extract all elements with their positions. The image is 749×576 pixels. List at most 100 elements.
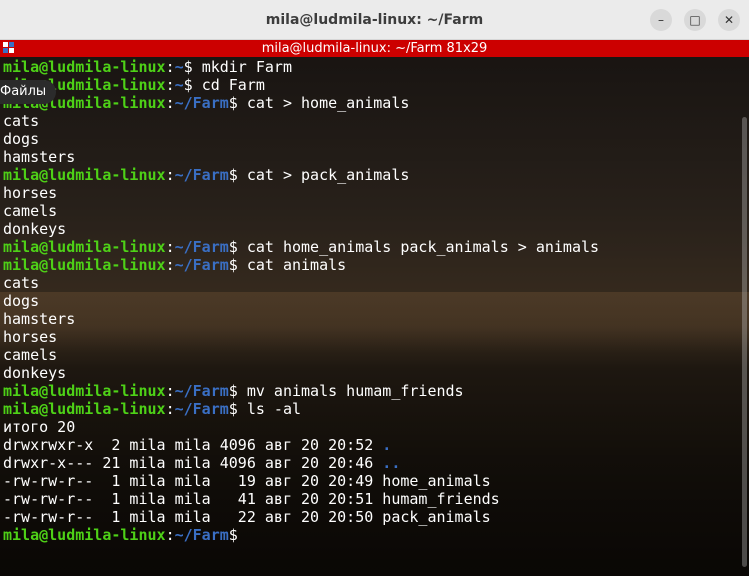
output-line: camels: [3, 346, 599, 364]
output-line: donkeys: [3, 220, 599, 238]
status-bar-title: mila@ludmila-linux: ~/Farm 81x29: [261, 41, 488, 56]
prompt-colon: :: [165, 256, 175, 274]
command-text: cat > home_animals: [246, 94, 410, 112]
output-text: donkeys: [3, 364, 67, 382]
close-button[interactable]: ✕: [718, 9, 740, 31]
prompt-symbol: $: [183, 76, 202, 94]
files-tooltip: Файлы: [0, 80, 57, 104]
command-text: mkdir Farm: [201, 58, 292, 76]
prompt-colon: :: [165, 238, 175, 256]
prompt-line: mila@ludmila-linux:~/Farm$: [3, 526, 599, 544]
directory-name: .: [382, 436, 392, 454]
scrollbar[interactable]: [742, 117, 747, 567]
prompt-user-host: mila@ludmila-linux: [3, 526, 166, 544]
prompt-symbol: $: [228, 238, 247, 256]
command-text: ls -al: [246, 400, 302, 418]
command-text: cat > pack_animals: [246, 166, 410, 184]
window-title: mila@ludmila-linux: ~/Farm: [265, 12, 484, 28]
prompt-path: ~/Farm: [174, 166, 229, 184]
prompt-symbol: $: [228, 382, 247, 400]
prompt-path: ~/Farm: [174, 526, 229, 544]
directory-name: ..: [382, 454, 401, 472]
prompt-path: ~/Farm: [174, 94, 229, 112]
prompt-symbol: $: [228, 94, 247, 112]
output-text: drwxr-x--- 21 mila mila 4096 авг 20 20:4…: [3, 454, 383, 472]
output-text: hamsters: [3, 148, 76, 166]
prompt-line: mila@ludmila-linux:~/Farm$ cat animals: [3, 256, 599, 274]
prompt-path: ~: [174, 76, 184, 94]
output-line: horses: [3, 184, 599, 202]
terminal-lines: mila@ludmila-linux:~$ mkdir Farm mila@lud…: [3, 58, 599, 544]
output-text: camels: [3, 202, 58, 220]
output-line: dogs: [3, 130, 599, 148]
minimize-button[interactable]: –: [650, 9, 672, 31]
prompt-line: mila@ludmila-linux:~/Farm$ cat > home_an…: [3, 94, 599, 112]
prompt-symbol: $: [228, 256, 247, 274]
terminal-window: mila@ludmila-linux: ~/Farm – □ ✕ mila@lu…: [0, 0, 749, 576]
terminal-output[interactable]: mila@ludmila-linux:~$ mkdir Farm mila@lud…: [0, 57, 749, 576]
output-text: -rw-rw-r-- 1 mila mila 22 авг 20 20:50 p…: [3, 508, 491, 526]
output-line: drwxr-x--- 21 mila mila 4096 авг 20 20:4…: [3, 454, 599, 472]
prompt-colon: :: [165, 400, 175, 418]
title-bar[interactable]: mila@ludmila-linux: ~/Farm – □ ✕: [0, 0, 749, 40]
output-text: drwxrwxr-x 2 mila mila 4096 авг 20 20:52: [3, 436, 383, 454]
output-line: horses: [3, 328, 599, 346]
output-line: dogs: [3, 292, 599, 310]
command-text: cat home_animals pack_animals > animals: [246, 238, 600, 256]
prompt-line: mila@ludmila-linux:~$ cd Farm: [3, 76, 599, 94]
output-line: hamsters: [3, 148, 599, 166]
prompt-colon: :: [165, 526, 175, 544]
prompt-line: mila@ludmila-linux:~/Farm$ cat home_anim…: [3, 238, 599, 256]
output-line: drwxrwxr-x 2 mila mila 4096 авг 20 20:52…: [3, 436, 599, 454]
output-text: cats: [3, 112, 40, 130]
prompt-user-host: mila@ludmila-linux: [3, 166, 166, 184]
output-text: donkeys: [3, 220, 67, 238]
prompt-symbol: $: [228, 166, 247, 184]
output-text: horses: [3, 328, 58, 346]
output-line: -rw-rw-r-- 1 mila mila 41 авг 20 20:51 h…: [3, 490, 599, 508]
output-line: -rw-rw-r-- 1 mila mila 19 авг 20 20:49 h…: [3, 472, 599, 490]
prompt-line: mila@ludmila-linux:~/Farm$ ls -al: [3, 400, 599, 418]
prompt-user-host: mila@ludmila-linux: [3, 238, 166, 256]
prompt-user-host: mila@ludmila-linux: [3, 382, 166, 400]
prompt-colon: :: [165, 382, 175, 400]
prompt-colon: :: [165, 76, 175, 94]
prompt-colon: :: [165, 94, 175, 112]
prompt-path: ~/Farm: [174, 238, 229, 256]
prompt-line: mila@ludmila-linux:~$ mkdir Farm: [3, 58, 599, 76]
output-text: -rw-rw-r-- 1 mila mila 41 авг 20 20:51 h…: [3, 490, 500, 508]
output-text: -rw-rw-r-- 1 mila mila 19 авг 20 20:49 h…: [3, 472, 491, 490]
prompt-symbol: $: [228, 526, 247, 544]
prompt-colon: :: [165, 166, 175, 184]
output-line: итого 20: [3, 418, 599, 436]
output-line: cats: [3, 112, 599, 130]
output-line: donkeys: [3, 364, 599, 382]
prompt-path: ~/Farm: [174, 382, 229, 400]
prompt-user-host: mila@ludmila-linux: [3, 58, 166, 76]
prompt-path: ~/Farm: [174, 256, 229, 274]
output-line: cats: [3, 274, 599, 292]
output-text: hamsters: [3, 310, 76, 328]
prompt-colon: :: [165, 58, 175, 76]
output-line: camels: [3, 202, 599, 220]
command-text: cat animals: [246, 256, 347, 274]
output-text: camels: [3, 346, 58, 364]
prompt-user-host: mila@ludmila-linux: [3, 400, 166, 418]
output-text: dogs: [3, 130, 40, 148]
prompt-path: ~/Farm: [174, 400, 229, 418]
output-text: horses: [3, 184, 58, 202]
output-line: -rw-rw-r-- 1 mila mila 22 авг 20 20:50 p…: [3, 508, 599, 526]
prompt-line: mila@ludmila-linux:~/Farm$ mv animals hu…: [3, 382, 599, 400]
maximize-button[interactable]: □: [684, 9, 706, 31]
prompt-path: ~: [174, 58, 184, 76]
output-text: dogs: [3, 292, 40, 310]
prompt-line: mila@ludmila-linux:~/Farm$ cat > pack_an…: [3, 166, 599, 184]
command-text: mv animals humam_friends: [246, 382, 464, 400]
prompt-symbol: $: [228, 400, 247, 418]
output-text: cats: [3, 274, 40, 292]
prompt-symbol: $: [183, 58, 202, 76]
output-line: hamsters: [3, 310, 599, 328]
output-text: итого 20: [3, 418, 76, 436]
command-text: cd Farm: [201, 76, 265, 94]
prompt-user-host: mila@ludmila-linux: [3, 256, 166, 274]
